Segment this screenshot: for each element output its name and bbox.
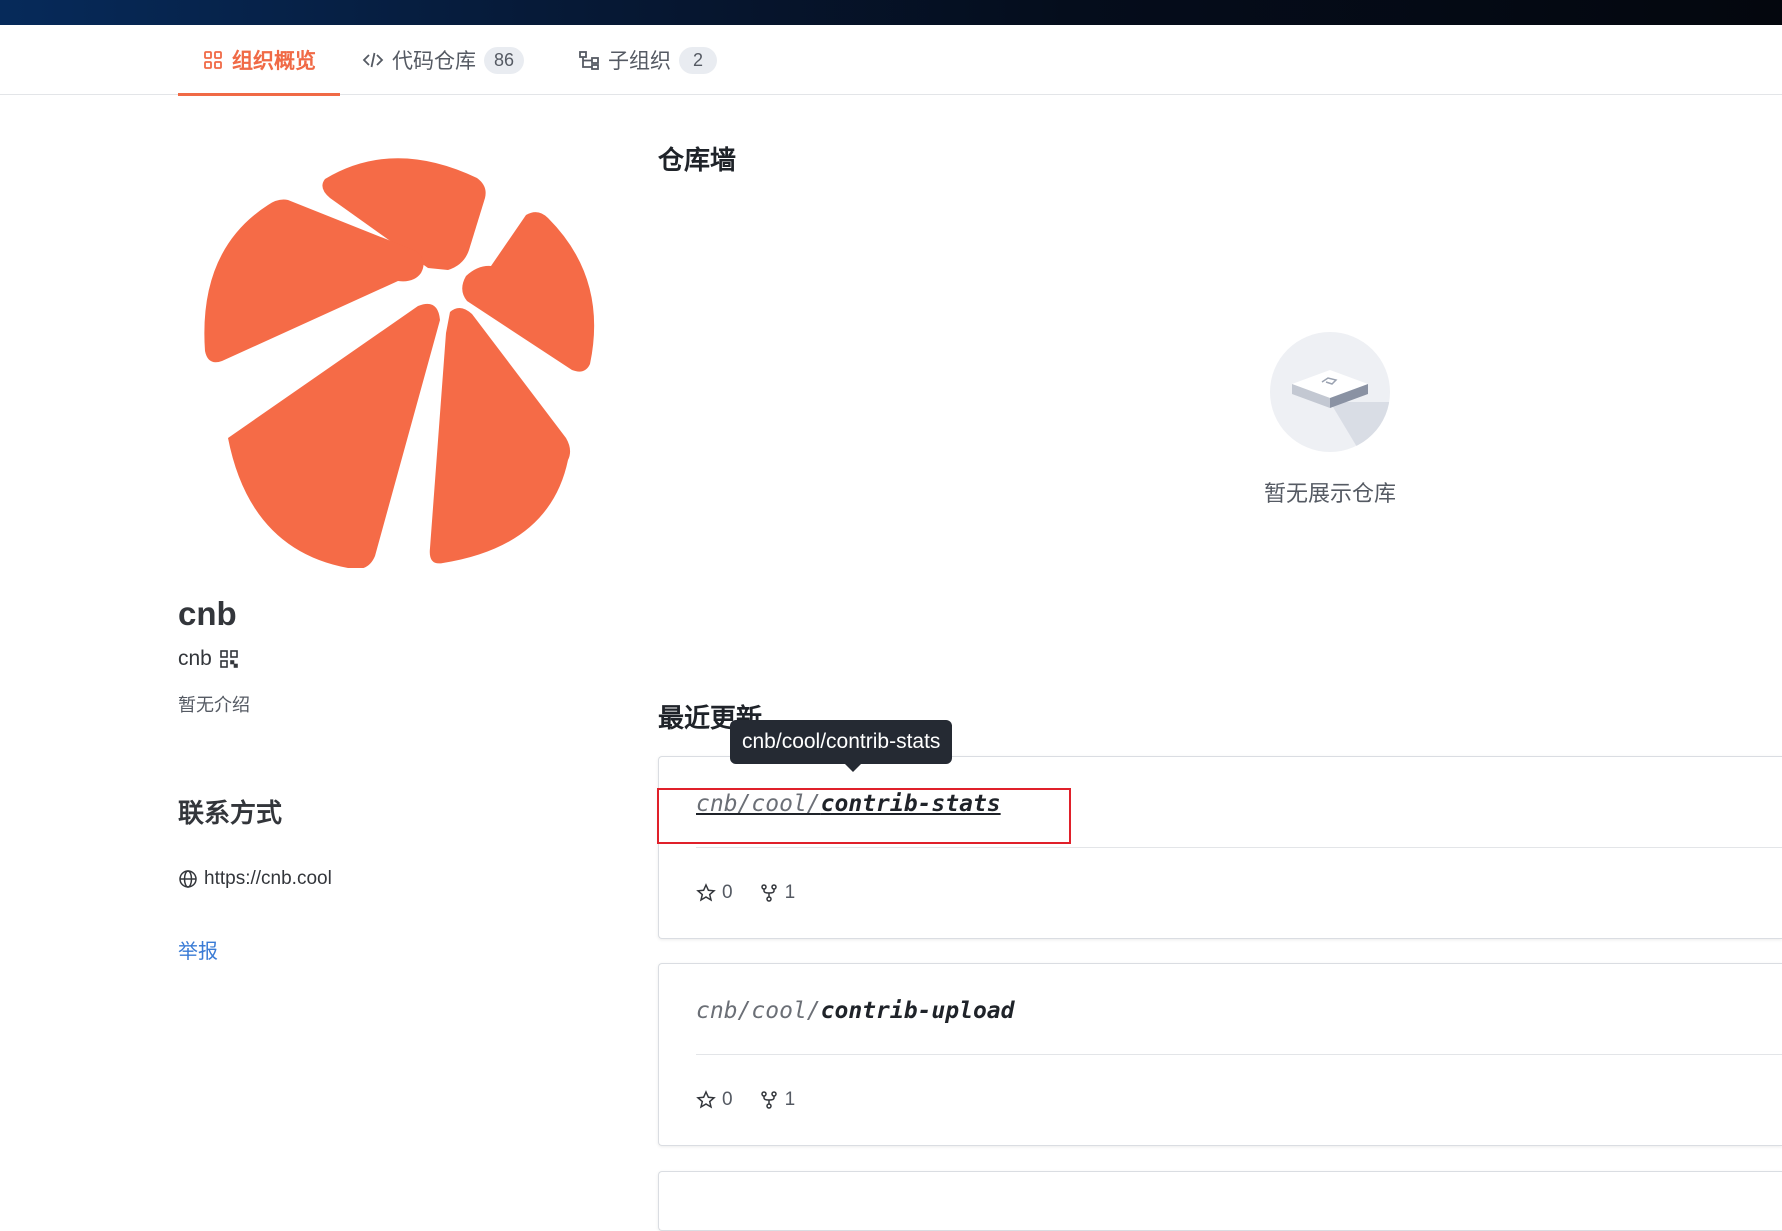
- repo-card[interactable]: [658, 1171, 1782, 1231]
- code-icon: [362, 52, 384, 68]
- empty-box-icon: [1270, 332, 1390, 452]
- empty-state-text: 暂无展示仓库: [1263, 481, 1396, 506]
- tab-repositories[interactable]: 代码仓库 86: [362, 25, 525, 95]
- repo-tooltip: cnb/cool/contrib-stats: [730, 720, 953, 764]
- repo-card[interactable]: cnb/cool/contrib-stats 0 1: [658, 756, 1782, 939]
- org-slug: cnb: [178, 647, 212, 670]
- star-stat[interactable]: 0: [696, 1089, 733, 1111]
- tooltip-arrow: [845, 764, 861, 772]
- empty-state: 暂无展示仓库: [1250, 332, 1410, 508]
- repo-stats: 0 1: [696, 1089, 813, 1111]
- tree-icon: [579, 51, 599, 70]
- active-tab-indicator: [178, 93, 340, 96]
- fork-count: 1: [784, 1089, 796, 1110]
- star-count: 0: [722, 1089, 733, 1110]
- org-name: cnb: [178, 595, 237, 632]
- tab-overview-label: 组织概览: [232, 50, 316, 73]
- org-description: 暂无介绍: [178, 695, 250, 715]
- repo-name: contrib-upload: [820, 998, 1015, 1024]
- repo-count-badge: 86: [484, 46, 525, 74]
- star-icon: [696, 883, 716, 902]
- fork-icon: [760, 884, 777, 902]
- tab-sub-orgs[interactable]: 子组织 2: [578, 25, 717, 95]
- fork-stat[interactable]: 1: [759, 882, 796, 904]
- sub-org-count-badge: 2: [679, 46, 717, 74]
- org-logo: [204, 158, 595, 568]
- report-link[interactable]: 举报: [178, 935, 218, 964]
- qrcode-icon[interactable]: [220, 650, 238, 668]
- fork-stat[interactable]: 1: [759, 1089, 796, 1111]
- grid-icon: [204, 51, 222, 69]
- tab-overview[interactable]: 组织概览: [178, 25, 340, 96]
- star-stat[interactable]: 0: [696, 882, 733, 904]
- card-divider: [696, 847, 1782, 848]
- fork-count: 1: [784, 882, 796, 903]
- org-slug-row: cnb: [178, 647, 238, 671]
- highlight-annotation: [657, 788, 1071, 844]
- repo-wall-title: 仓库墙: [658, 145, 737, 175]
- repo-stats: 0 1: [696, 882, 813, 904]
- repo-card[interactable]: cnb/cool/contrib-upload 0 1: [658, 963, 1782, 1146]
- star-count: 0: [722, 882, 733, 903]
- fork-icon: [760, 1091, 777, 1109]
- tab-repositories-label: 代码仓库: [392, 50, 476, 73]
- website-link[interactable]: https://cnb.cool: [178, 868, 332, 890]
- globe-icon: [179, 870, 197, 888]
- website-url: https://cnb.cool: [204, 868, 332, 889]
- repo-link[interactable]: cnb/cool/contrib-upload: [696, 998, 1015, 1024]
- top-bar: [0, 0, 1782, 25]
- card-divider: [696, 1054, 1782, 1055]
- tab-bar: 组织概览 代码仓库 86 子组织 2: [0, 25, 1782, 96]
- star-icon: [696, 1090, 716, 1109]
- contact-section-title: 联系方式: [178, 798, 283, 828]
- tab-sub-orgs-label: 子组织: [608, 50, 671, 73]
- repo-owner-path: cnb/cool/: [696, 998, 821, 1024]
